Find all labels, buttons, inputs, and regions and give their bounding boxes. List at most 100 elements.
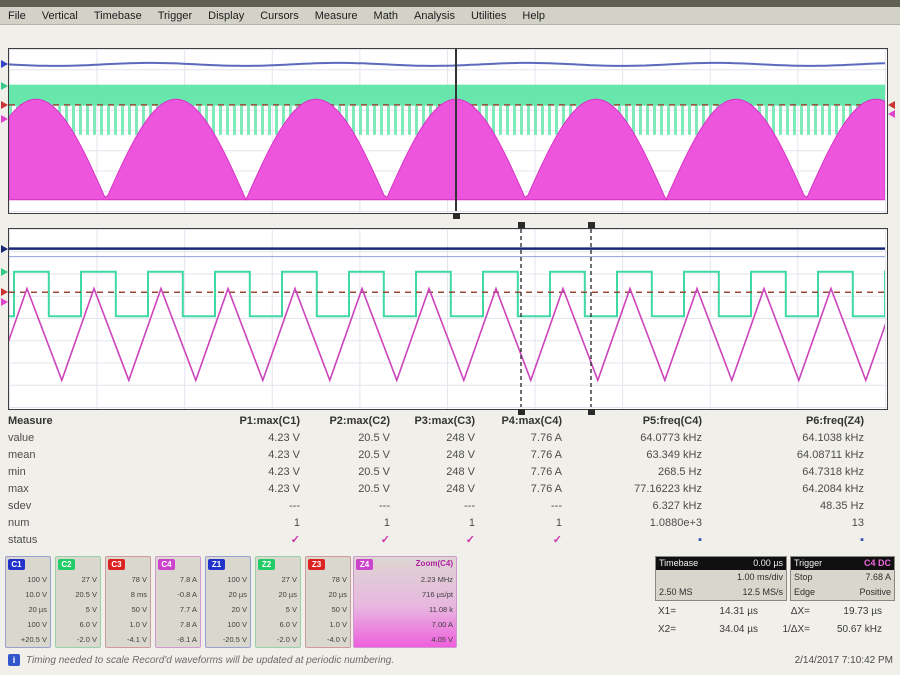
menu-bar: File Vertical Timebase Trigger Display Cursor… [0,7,900,25]
measure-cell-p1-num: 1 [293,517,300,529]
trace-c4[interactable] [9,98,885,201]
trace-descriptor-c2[interactable]: C2 27 V 20.5 V5 V 6.0 V -2.0 V [55,556,101,648]
measure-status-icon-p6: ▪ [860,534,864,546]
measure-cell-p2-mean: 20.5 V [358,449,390,461]
waveform-grid-top[interactable] [1,48,895,219]
measure-cell-p2-min: 20.5 V [358,466,390,478]
trace-descriptor-lines: 27 V 20 µs 5 V 6.0 V -2.0 V [276,575,297,644]
trace-descriptor-z2[interactable]: Z2 27 V 20 µs 5 V 6.0 V -2.0 V [255,556,301,648]
waveform-canvas-top[interactable] [9,49,885,211]
trace-descriptor-c1[interactable]: C1 100 V 10.0 V 20 µs 100 V +20.5 V [5,556,51,648]
channel-offset-marker[interactable] [1,82,8,91]
menu-item-measure[interactable]: Measure [307,9,366,23]
trace-chip-z3: Z3 [308,559,325,570]
clock-timestamp: 2/14/2017 7:10:42 PM [794,655,893,666]
trigger-type: Edge [794,587,816,597]
trace-descriptor-z1[interactable]: Z1 100 V 20 µs 20 V 100 V -20.5 V [205,556,251,648]
channel-offset-marker[interactable] [1,267,8,276]
channel-offset-marker[interactable] [1,114,8,123]
channel-offset-marker[interactable] [1,100,8,109]
measure-cell-p5-mean: 63.349 kHz [646,449,702,461]
timebase-record-length: 2.50 MS [659,587,693,597]
channel-offset-marker[interactable] [1,244,8,253]
cursor-invdx-value: 50.67 kHz [836,624,882,635]
menu-item-vertical[interactable]: Vertical [34,9,86,23]
measure-col-header-p1[interactable]: P1:max(C1) [156,413,304,430]
cursor-dx-value: 19.73 µs [843,606,882,617]
trace-chip-c1: C1 [8,559,25,570]
timebase-position: 0.00 µs [753,558,783,568]
measure-cell-p6-max: 64.2084 kHz [802,483,864,495]
menu-item-trigger[interactable]: Trigger [150,9,200,23]
measure-cell-p2-num: 1 [383,517,390,529]
timebase-sample-rate: 12.5 MS/s [742,587,783,597]
waveform-grid-bottom[interactable] [1,222,888,415]
timebase-title: Timebase [659,558,699,568]
measure-cell-p3-min: 248 V [446,466,475,478]
trace-chip-z2: Z2 [258,559,275,570]
measure-cell-p6-num: 13 [851,517,864,529]
measure-cell-p2-max: 20.5 V [358,483,390,495]
measure-cell-p5-num: 1.0880e+3 [649,517,702,529]
status-message: Timing needed to scale Record'd waveform… [26,655,395,666]
measure-table: Measure P1:max(C1) P2:max(C2) P3:max(C3) P4:… [6,413,894,549]
menu-item-cursors[interactable]: Cursors [252,9,307,23]
trace-descriptor-c4[interactable]: C4 7.8 A -0.8 A 7.7 A 7.8 A -8.1 A [155,556,201,648]
measure-cell-p4-min: 7.76 A [530,466,562,478]
measure-cell-p3-num: 1 [468,517,475,529]
info-icon[interactable]: i [8,654,20,666]
measure-cell-p1-mean: 4.23 V [268,449,300,461]
cursor-x1-value: 14.31 µs [719,606,758,617]
menu-item-utilities[interactable]: Utilities [463,9,514,23]
measure-row-label-num: num [8,517,30,529]
measure-status-icon-p1: ✓ [290,534,300,546]
measure-col-header-p5[interactable]: P5:freq(C4) [566,413,706,430]
trace-descriptor-z3[interactable]: Z3 78 V 20 µs 50 V 1.0 V -4.0 V [305,556,351,648]
channel-offset-marker[interactable] [1,288,8,297]
trigger-level-marker[interactable] [888,109,895,118]
trace-c1[interactable] [9,61,885,67]
measure-row-label-value: value [8,432,35,444]
measure-cell-p5-sdev: 6.327 kHz [652,500,702,512]
cursor-handle-bottom-2[interactable] [588,222,595,228]
trace-z2[interactable] [9,270,885,318]
measure-row-label-sdev: sdev [8,500,32,512]
trace-descriptor-z4[interactable]: Z4 Zoom(C4) 2.23 MHz 716 µs/pt 11.08 k 7.00 A… [353,556,457,648]
trace-descriptor-c3[interactable]: C3 78 V8 ms 50 V 1.0 V -4.1 V [105,556,151,648]
menu-item-timebase[interactable]: Timebase [86,9,150,23]
trigger-level: 7.68 A [865,572,891,582]
timebase-box[interactable]: Timebase 0.00 µs 1.00 ms/div 2.50 MS 12.… [655,556,787,601]
waveform-canvas-bottom[interactable] [9,229,885,407]
menu-item-file[interactable]: File [0,9,34,23]
measure-cell-p6-mean: 64.08711 kHz [796,449,864,461]
menu-item-display[interactable]: Display [200,9,252,23]
measure-col-header-p2[interactable]: P2:max(C2) [304,413,394,430]
cursor-invdx-label: 1/ΔX= [782,624,810,635]
menu-item-help[interactable]: Help [514,9,553,23]
measure-cell-p6-sdev: 48.35 Hz [819,500,864,512]
trigger-level-marker[interactable] [888,100,895,109]
channel-offset-marker[interactable] [1,59,8,68]
trace-descriptor-header: Zoom(C4) [415,559,453,568]
measure-col-header-p3[interactable]: P3:max(C3) [394,413,479,430]
cursor-x2-label: X2= [658,624,677,635]
trace-descriptor-lines: 2.23 MHz 716 µs/pt 11.08 k 7.00 A 4.05 V [420,575,453,644]
measure-cell-p6-min: 64.7318 kHz [802,466,864,478]
cursor-x1-label: X1= [658,606,677,617]
cursor-handle-top-1[interactable] [453,213,460,219]
menu-item-analysis[interactable]: Analysis [406,9,463,23]
trace-descriptor-lines: 100 V 20 µs 20 V 100 V -20.5 V [222,575,247,644]
menu-item-math[interactable]: Math [366,9,406,23]
trace-chip-z1: Z1 [208,559,225,570]
trace-z4[interactable] [9,286,885,383]
channel-offset-marker[interactable] [1,297,8,306]
trace-descriptor-lines: 27 V 20.5 V5 V 6.0 V -2.0 V [75,575,97,644]
measure-cell-p1-max: 4.23 V [268,483,300,495]
measure-col-header-p6[interactable]: P6:freq(Z4) [706,413,868,430]
measure-cell-p3-sdev: --- [464,500,475,512]
cursor-handle-bottom-1[interactable] [518,222,525,228]
trigger-box[interactable]: Trigger C4 DC Stop 7.68 A Edge Positive [790,556,895,601]
cursor-readout: X1= 14.31 µs ΔX= 19.73 µs X2= 34.04 µs 1… [658,603,896,639]
trace-chip-c3: C3 [108,559,125,570]
measure-col-header-p4[interactable]: P4:max(C4) [479,413,566,430]
